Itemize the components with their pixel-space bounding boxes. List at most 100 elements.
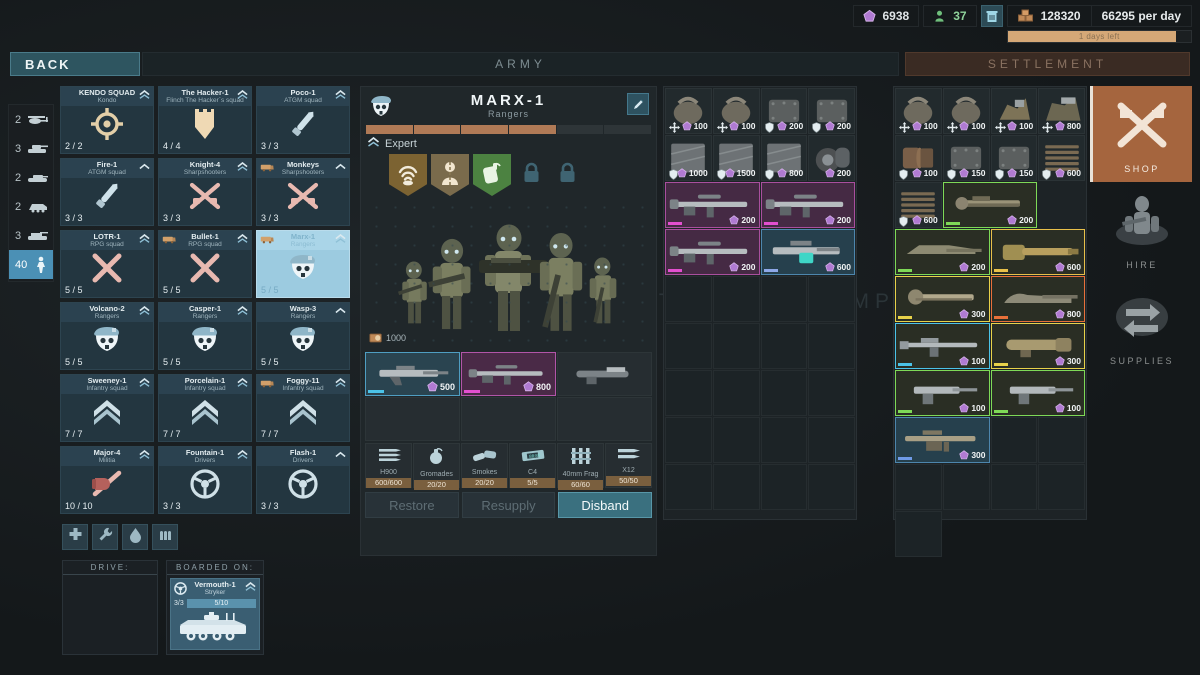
item-cell-empty-34[interactable] [1038,464,1085,510]
item-cell-2[interactable]: 200 [760,88,808,134]
squad-button-disband[interactable]: Disband [558,492,653,518]
item-cell-15[interactable]: 300 [990,323,1085,369]
item-cell-empty-29[interactable] [712,417,760,463]
consumable-1[interactable]: Gromades 20/20 [413,443,460,490]
squad-card-12[interactable]: Sweeney-1 Infantry squad 7 / 7 [60,374,154,442]
item-cell-5[interactable]: 150 [942,135,990,181]
item-cell-empty-31[interactable] [808,417,855,463]
weapon-slot-1[interactable]: 800 [461,352,556,396]
item-cell-8[interactable]: 200 [665,182,760,228]
item-cell-11[interactable]: 600 [760,229,855,275]
settlement-tab-shop[interactable]: SHOP [1090,86,1192,182]
settlement-tab-supplies[interactable]: SUPPLIES [1092,278,1192,374]
consumable-5[interactable]: X12 50/50 [605,443,652,488]
item-cell-empty-18[interactable] [760,276,808,322]
squad-card-8[interactable]: Marx-1 Rangers 5 / 5 [256,230,350,298]
item-cell-empty-33[interactable] [712,464,760,510]
item-cell-empty-19[interactable] [808,276,855,322]
perk-slot-1[interactable] [431,154,469,196]
squad-card-17[interactable]: Flash-1 Drivers 3 / 3 [256,446,350,514]
squad-card-6[interactable]: LOTR-1 RPG squad 5 / 5 [60,230,154,298]
item-cell-empty-21[interactable] [712,323,760,369]
squad-card-0[interactable]: KENDO SQUAD Kondo 2 / 2 [60,86,154,154]
squad-card-3[interactable]: Fire-1 ATGM squad 3 / 3 [60,158,154,226]
tab-army[interactable]: ARMY [142,52,899,76]
item-cell-4[interactable]: 1000 [665,135,712,181]
item-cell-empty-20[interactable] [665,323,712,369]
item-cell-3[interactable]: 800 [1038,88,1085,134]
item-cell-empty-32[interactable] [665,464,712,510]
squad-card-11[interactable]: Wasp-3 Rangers 5 / 5 [256,302,350,370]
perk-slot-0[interactable] [389,154,427,196]
rail-item-4[interactable]: 3 [9,221,53,250]
rename-squad-button[interactable] [627,93,649,115]
settlement-tab-hire[interactable]: HIRE [1092,182,1192,278]
item-cell-empty-33[interactable] [990,464,1038,510]
perk-slot-4[interactable] [551,154,583,196]
fuel-button[interactable] [122,524,148,550]
item-cell-8[interactable]: 600 [895,182,942,228]
item-cell-empty-35[interactable] [808,464,855,510]
item-cell-18[interactable]: 300 [895,417,990,463]
item-cell-5[interactable]: 1500 [712,135,760,181]
squad-card-9[interactable]: Volcano-2 Rangers 5 / 5 [60,302,154,370]
item-cell-empty-30[interactable] [1038,417,1085,463]
weapon-slot-2[interactable] [557,352,652,396]
perk-slot-2[interactable] [473,154,511,196]
squad-card-4[interactable]: Knight-4 Sharpshooters 3 / 3 [158,158,252,226]
item-cell-empty-22[interactable] [760,323,808,369]
squad-card-15[interactable]: Major-4 Militia 10 / 10 [60,446,154,514]
rail-item-3[interactable]: 2 [9,192,53,221]
item-cell-empty-34[interactable] [760,464,808,510]
squad-card-5[interactable]: Monkeys Sharpshooters 3 / 3 [256,158,350,226]
consumable-0[interactable]: H900 600/600 [365,443,412,488]
item-cell-3[interactable]: 200 [808,88,855,134]
item-cell-1[interactable]: 100 [942,88,990,134]
tab-settlement[interactable]: SETTLEMENT [905,52,1190,76]
item-cell-empty-35[interactable] [895,511,942,557]
weapon-slot-4[interactable] [461,397,556,441]
back-button[interactable]: BACK [10,52,140,76]
item-cell-12[interactable]: 300 [895,276,990,322]
item-cell-empty-17[interactable] [712,276,760,322]
item-cell-empty-32[interactable] [942,464,990,510]
squad-card-16[interactable]: Fountain-1 Drivers 3 / 3 [158,446,252,514]
item-cell-empty-28[interactable] [665,417,712,463]
item-cell-0[interactable]: 100 [665,88,712,134]
trash-button[interactable] [980,5,1003,27]
item-cell-empty-24[interactable] [665,370,712,416]
weapon-slot-3[interactable] [365,397,460,441]
squad-button-restore[interactable]: Restore [365,492,459,518]
item-cell-16[interactable]: 100 [895,370,990,416]
rail-item-5[interactable]: 40 [9,250,53,279]
consumable-3[interactable]: 88:88 C4 5/5 [509,443,556,488]
item-cell-6[interactable]: 150 [990,135,1038,181]
item-cell-empty-25[interactable] [712,370,760,416]
item-cell-7[interactable]: 600 [1038,135,1085,181]
item-cell-0[interactable]: 100 [895,88,942,134]
ammo-button[interactable] [152,524,178,550]
item-cell-11[interactable]: 600 [990,229,1085,275]
heal-button[interactable] [62,524,88,550]
perk-slot-3[interactable] [515,154,547,196]
rail-item-0[interactable]: 2 [9,105,53,134]
rail-item-1[interactable]: 3 [9,134,53,163]
item-cell-empty-27[interactable] [808,370,855,416]
item-cell-7[interactable]: 200 [808,135,855,181]
rail-item-2[interactable]: 2 [9,163,53,192]
consumable-2[interactable]: Smokes 20/20 [461,443,508,488]
item-cell-empty-29[interactable] [990,417,1038,463]
item-cell-6[interactable]: 800 [760,135,808,181]
item-cell-9[interactable]: 200 [942,182,1038,228]
item-cell-13[interactable]: 800 [990,276,1085,322]
repair-button[interactable] [92,524,118,550]
item-cell-10[interactable]: 200 [665,229,760,275]
item-cell-empty-26[interactable] [760,370,808,416]
item-cell-4[interactable]: 100 [895,135,942,181]
item-cell-14[interactable]: 100 [895,323,990,369]
consumable-4[interactable]: 40mm Frag 60/60 [557,443,604,490]
item-cell-9[interactable]: 200 [760,182,855,228]
item-cell-10[interactable]: 200 [895,229,990,275]
squad-card-7[interactable]: Bullet-1 RPG squad 5 / 5 [158,230,252,298]
squad-card-14[interactable]: Foggy-11 Infantry squad 7 / 7 [256,374,350,442]
